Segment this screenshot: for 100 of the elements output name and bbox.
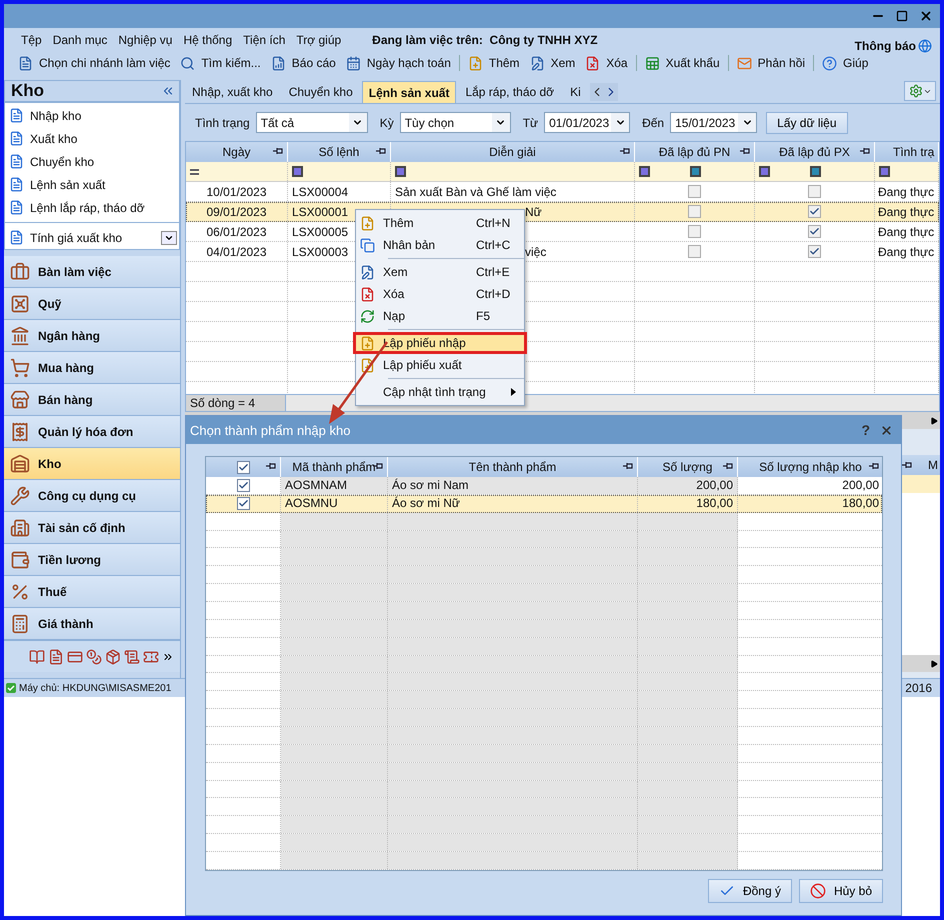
equals-icon [190, 168, 199, 174]
toolbar-button[interactable]: Tìm kiếm... [176, 53, 265, 73]
toolbar-button[interactable]: Giúp [818, 53, 872, 73]
menu-item[interactable]: Tiện ích [243, 33, 286, 47]
ticket-icon[interactable] [143, 648, 159, 664]
scroll-icon[interactable] [124, 648, 140, 664]
filter-operator-icon[interactable] [879, 166, 890, 177]
toolbar-button[interactable]: Báo cáo [266, 53, 340, 73]
menu-item[interactable]: Cập nhật tình trạng [356, 381, 524, 403]
task-link[interactable]: Chuyển kho [30, 154, 94, 168]
document-icon [9, 108, 24, 123]
task-link[interactable]: Xuất kho [30, 132, 78, 146]
module-button[interactable]: Mua hàng [4, 352, 180, 384]
calculator-icon [10, 614, 30, 634]
module-button[interactable]: Kho [4, 448, 180, 480]
module-button[interactable]: Bàn làm việc [4, 256, 180, 288]
tab[interactable]: Lệnh sản xuất [362, 81, 456, 103]
module-button[interactable]: Quỹ [4, 288, 180, 320]
toolbar-button[interactable]: Phản hồi [732, 53, 810, 73]
pin-icon [620, 147, 630, 155]
module-button[interactable]: Công cụ dụng cụ [4, 480, 180, 512]
server-status: Máy chủ: HKDUNG\MISASME201 [4, 682, 172, 694]
package-icon[interactable] [105, 648, 121, 664]
menu-item[interactable]: Tệp [21, 33, 42, 47]
menu-item[interactable]: Nghiệp vụ [118, 33, 172, 47]
book-icon[interactable] [29, 648, 45, 664]
cancel-button[interactable]: Hủy bỏ [798, 879, 883, 903]
module-button[interactable]: Bán hàng [4, 384, 180, 416]
checkbox[interactable] [808, 185, 821, 198]
tab[interactable]: Chuyển kho [282, 81, 360, 103]
module-button[interactable]: Tài sản cố định [4, 512, 180, 544]
scroll-right-icon[interactable] [930, 660, 938, 668]
maximize-icon[interactable] [896, 10, 908, 22]
filter-value-icon[interactable] [690, 166, 701, 177]
menu-item[interactable]: Danh mục [52, 33, 108, 47]
checkbox[interactable] [688, 245, 701, 258]
table-row[interactable]: AOSMNU Áo sơ mi Nữ 180,00 180,00 [206, 494, 882, 513]
task-link[interactable]: Nhập kho [30, 108, 82, 122]
menu-item[interactable]: Lập phiếu xuất [356, 354, 524, 376]
scroll-right-icon[interactable] [930, 416, 938, 424]
filter-operator-icon[interactable] [292, 166, 303, 177]
table-cell: 10/01/2023 [206, 184, 267, 198]
checkbox[interactable] [808, 205, 821, 218]
tab[interactable]: Lắp ráp, tháo dỡ [458, 81, 562, 103]
filter-dropdown[interactable]: 01/01/2023 [544, 112, 630, 133]
dropdown-button[interactable] [161, 230, 177, 244]
table-row[interactable]: 10/01/2023 LSX00004 Sản xuất Bàn và Ghế làm việc Đang thực [186, 182, 939, 202]
table-cell: 180,00 [696, 496, 733, 510]
module-button[interactable]: Quản lý hóa đơn [4, 416, 180, 448]
checkbox[interactable] [808, 245, 821, 258]
menu-item[interactable]: Trợ giúp [296, 33, 342, 47]
module-button[interactable]: Tiền lương [4, 544, 180, 576]
toolbar-button[interactable]: Chọn chi nhánh làm việc [14, 53, 174, 73]
module-button[interactable]: Ngân hàng [4, 320, 180, 352]
tab[interactable]: Nhập, xuất kho [185, 81, 280, 103]
report-icon [270, 56, 286, 70]
toolbar-button[interactable]: Xem [526, 53, 580, 73]
filter-operator-icon[interactable] [395, 166, 406, 177]
task-link[interactable]: Tính giá xuất kho [30, 230, 122, 244]
close-icon[interactable] [919, 9, 933, 23]
checkbox[interactable] [236, 478, 250, 492]
warehouse-icon [10, 454, 30, 474]
filter-operator-icon[interactable] [759, 166, 770, 177]
document-icon[interactable] [48, 648, 64, 664]
coins-icon[interactable] [86, 648, 102, 664]
task-link[interactable]: Lệnh lắp ráp, tháo dỡ [30, 200, 145, 214]
table-row[interactable]: AOSMNAM Áo sơ mi Nam 200,00 200,00 [206, 477, 882, 495]
module-button[interactable]: Thuế [4, 576, 180, 608]
filter-dropdown[interactable]: Tất cả [256, 112, 368, 133]
checkbox[interactable] [688, 225, 701, 238]
table-cell: Đang thực [878, 224, 934, 238]
ok-button[interactable]: Đồng ý [708, 879, 792, 903]
menu-item[interactable]: Hệ thống [183, 33, 232, 47]
filter-value-icon[interactable] [810, 166, 821, 177]
module-button[interactable]: Giá thành [4, 608, 180, 640]
menu-item[interactable]: Nạp F5 [356, 305, 524, 327]
toolbar-button[interactable]: Xóa [581, 53, 632, 73]
task-link[interactable]: Lệnh sản xuất [30, 178, 106, 192]
fetch-data-button[interactable]: Lấy dữ liệu [766, 112, 848, 134]
tab[interactable]: Ki [563, 81, 588, 103]
toolbar-button[interactable]: Ngày hạch toán [342, 53, 455, 73]
checkbox[interactable] [688, 205, 701, 218]
close-icon[interactable] [880, 424, 893, 436]
menu-item[interactable]: Xóa Ctrl+D [356, 283, 524, 305]
toolbar-button[interactable]: Xuất khẩu [640, 53, 724, 73]
checkbox[interactable] [236, 496, 250, 510]
toolbar-button[interactable]: Thêm [464, 53, 524, 73]
card-icon[interactable] [67, 648, 83, 664]
column-header[interactable]: M [928, 458, 940, 472]
notifications-button[interactable]: Thông báo [854, 39, 932, 53]
menu-item[interactable]: Xem Ctrl+E [356, 261, 524, 283]
checkbox[interactable] [236, 460, 250, 474]
filter-dropdown[interactable]: Tùy chọn [400, 112, 511, 133]
settings-button[interactable] [904, 81, 936, 101]
filter-operator-icon[interactable] [639, 166, 650, 177]
edit-document-icon [360, 264, 375, 280]
help-button[interactable]: ? [861, 422, 870, 438]
checkbox[interactable] [808, 225, 821, 238]
checkbox[interactable] [688, 185, 701, 198]
filter-dropdown[interactable]: 15/01/2023 [670, 112, 758, 133]
